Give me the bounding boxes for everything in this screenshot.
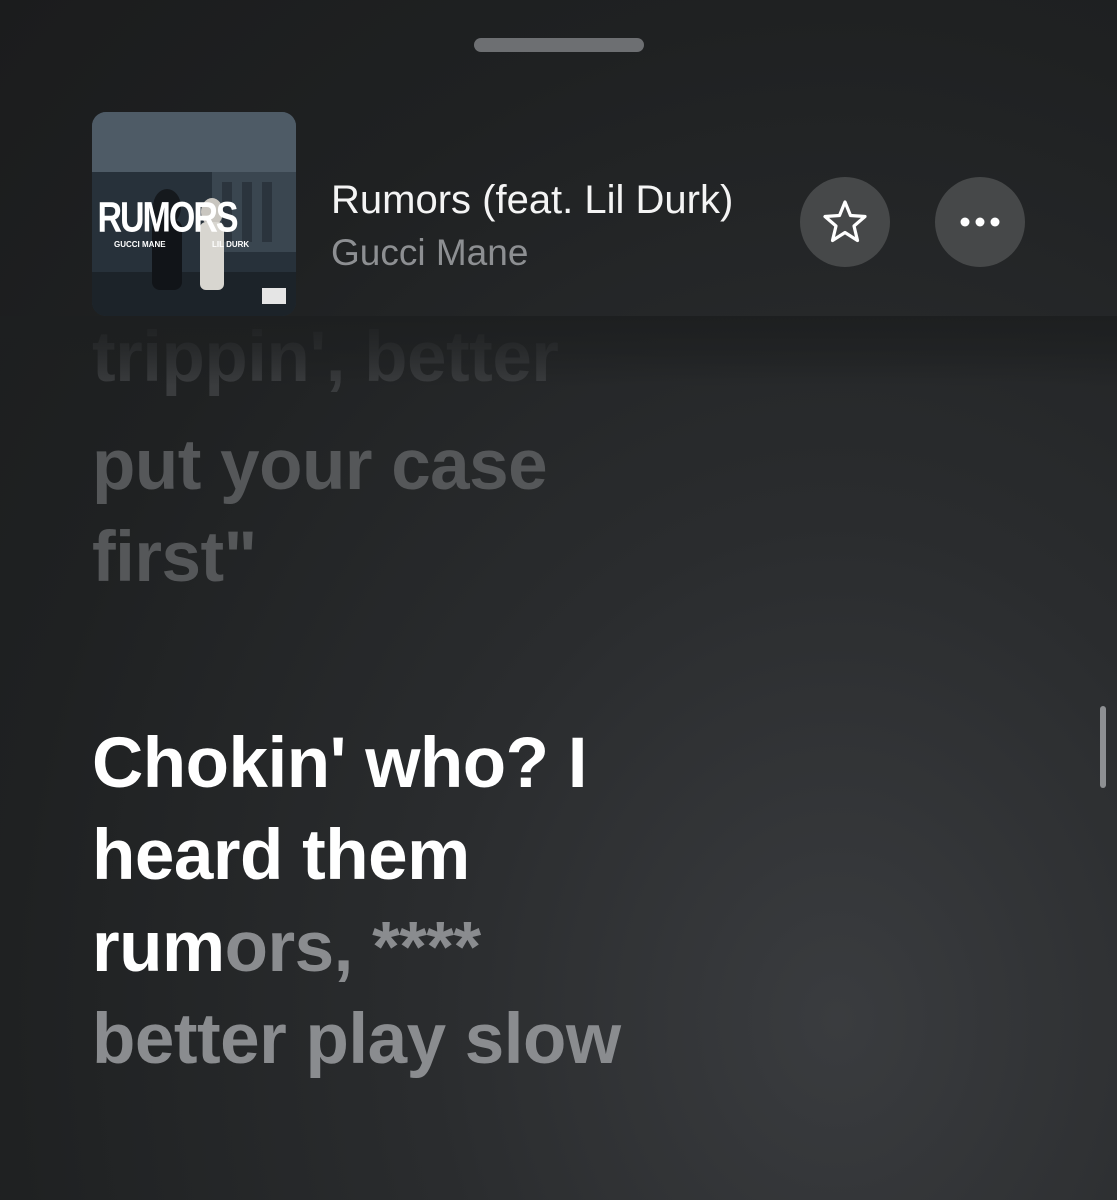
lyric-line-active-2[interactable]: heard them [92, 810, 470, 902]
lyric-line-active-3[interactable]: rumors, **** [92, 902, 481, 994]
artwork-title: RUMORS [97, 194, 238, 242]
lyrics-scrollbar[interactable] [1100, 706, 1106, 788]
ellipsis-icon [960, 217, 1000, 227]
favorite-button[interactable] [800, 177, 890, 267]
lyric-line-previous-2[interactable]: first" [92, 512, 257, 604]
lyric-unsung-part: ors, **** [224, 908, 481, 987]
artist-name[interactable]: Gucci Mane [331, 232, 528, 274]
lyric-line-previous-1[interactable]: put your case [92, 420, 548, 512]
lyrics-top-fade [0, 316, 1117, 386]
lyric-line-active-1[interactable]: Chokin' who? I [92, 718, 588, 810]
track-title[interactable]: Rumors (feat. Lil Durk) [331, 178, 789, 223]
sheet-grabber[interactable] [474, 38, 644, 52]
more-options-button[interactable] [935, 177, 1025, 267]
lyric-sung-part: rum [92, 908, 225, 987]
artwork-artist-left: GUCCI MANE [114, 240, 166, 249]
album-artwork[interactable]: RUMORS GUCCI MANE LIL DURK [92, 112, 296, 316]
artwork-artist-right: LIL DURK [212, 240, 250, 249]
lyric-line-next[interactable]: better play slow [92, 994, 621, 1086]
star-icon [823, 200, 867, 243]
